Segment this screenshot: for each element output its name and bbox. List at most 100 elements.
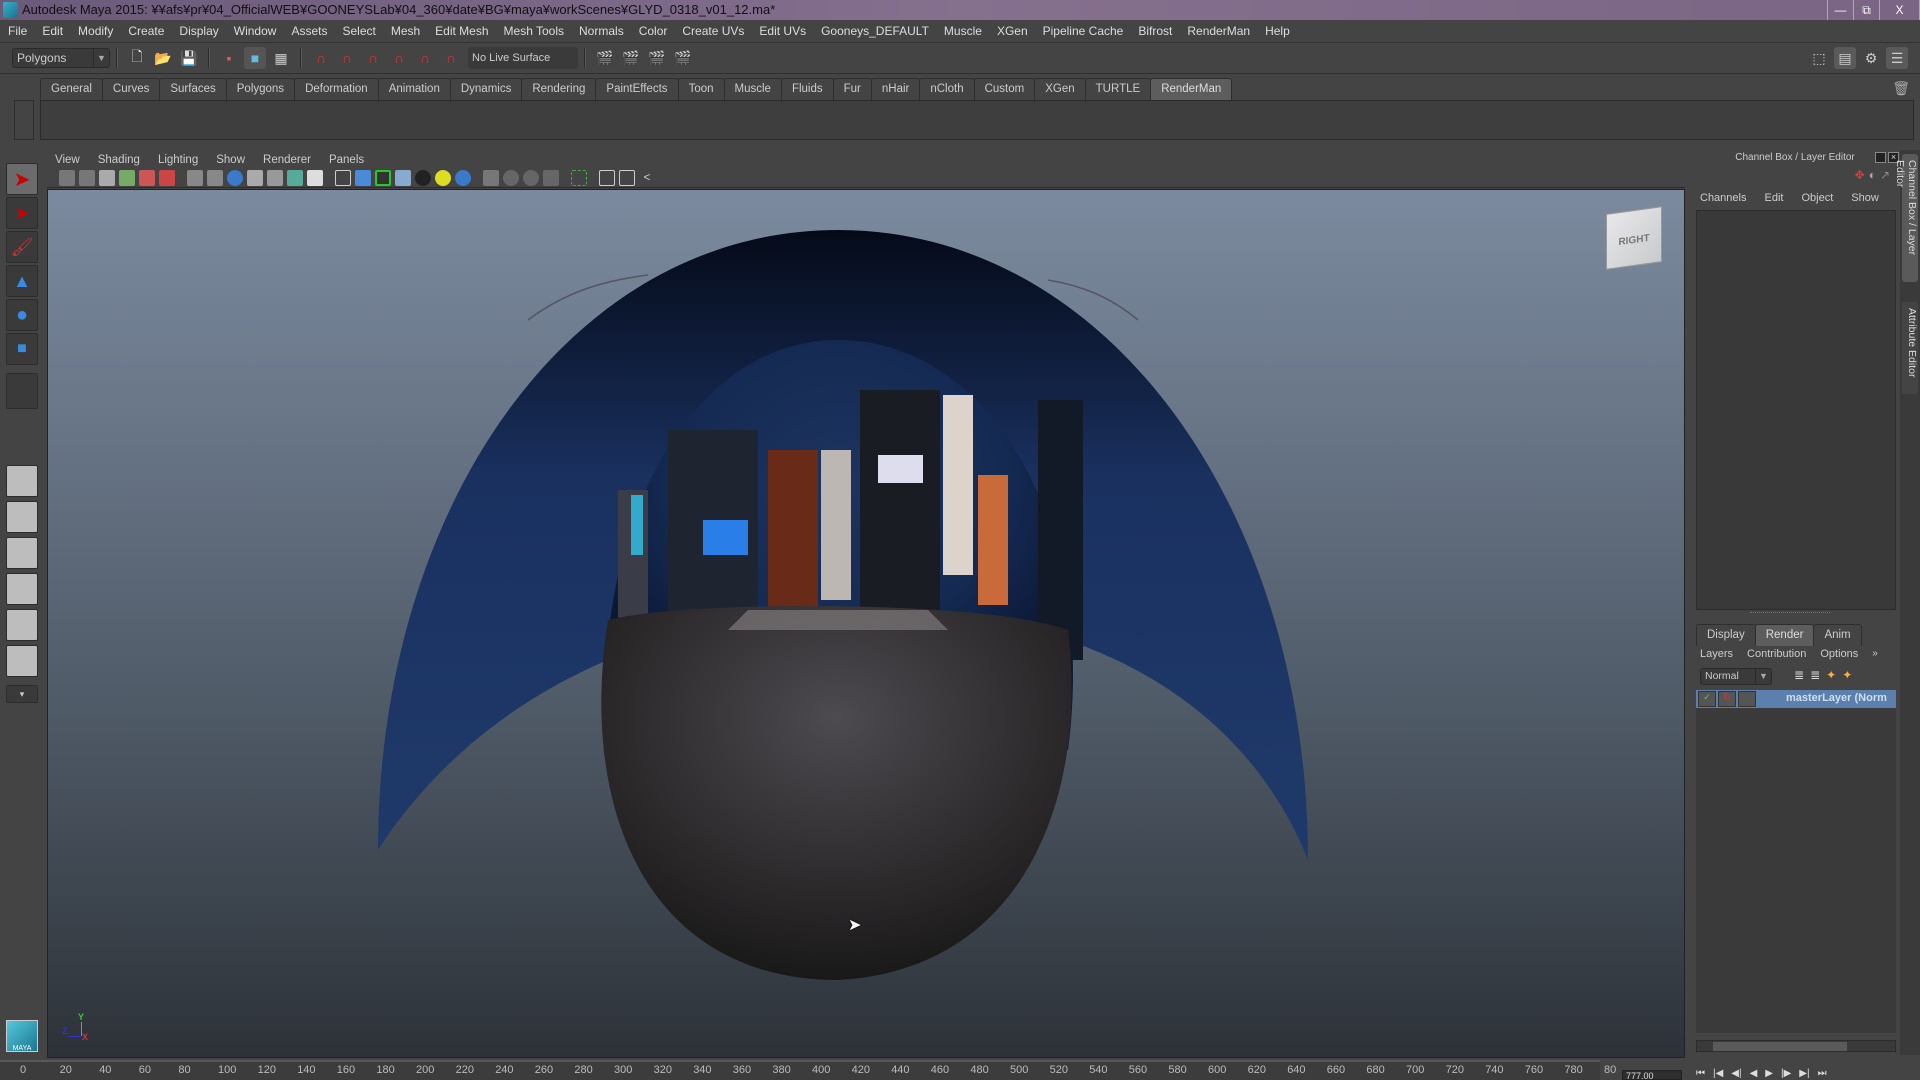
step-back-frame-icon[interactable]: ◀| [1731,1068,1741,1080]
viewport-menu-lighting[interactable]: Lighting [158,154,198,166]
save-scene-icon[interactable]: 💾 [178,47,200,69]
image-plane-icon[interactable] [119,169,135,186]
new-layer-down-icon[interactable]: ≣ [1810,668,1820,682]
menu-assets[interactable]: Assets [291,24,327,38]
shelf-tab-polygons[interactable]: Polygons [225,78,296,100]
menu-xgen[interactable]: XGen [997,24,1028,38]
view-cube[interactable]: RIGHT [1606,206,1662,270]
outliner-persp-layout-button[interactable] [6,537,38,569]
side-tab-attribute-editor[interactable]: Attribute Editor [1902,302,1918,394]
menu-create-uvs[interactable]: Create UVs [682,24,744,38]
menu-edit[interactable]: Edit [42,24,63,38]
shelf-tab-turtle[interactable]: TURTLE [1084,78,1152,100]
create-layer-from-selected-icon[interactable]: ✦ [1842,668,1852,682]
scale-tool-button[interactable]: ■ [6,333,38,365]
menu-select[interactable]: Select [342,24,375,38]
shelf-tab-ncloth[interactable]: nCloth [919,78,975,100]
more-icon[interactable]: » [1872,648,1878,660]
shelf-tab-muscle[interactable]: Muscle [723,78,782,100]
hypershade-persp-layout-button[interactable] [6,609,38,641]
toggle-modeling-toolkit-icon[interactable]: ⬚ [1808,47,1830,69]
channel-box-icon[interactable]: ☰ [1886,47,1908,69]
menu-muscle[interactable]: Muscle [944,24,982,38]
ambient-occlusion-icon[interactable] [503,169,519,186]
layer-tab-render[interactable]: Render [1754,624,1815,646]
snap-to-view-plane-icon[interactable]: ∩ [388,47,410,69]
shelf-tab-animation[interactable]: Animation [377,78,451,100]
xray-icon[interactable] [395,169,411,186]
shelf-tab-painteffects[interactable]: PaintEffects [595,78,679,100]
safe-action-icon[interactable] [287,169,303,186]
use-all-lights-icon[interactable] [435,169,451,186]
restore-button[interactable]: ⧉ [1854,0,1880,20]
menu-help[interactable]: Help [1265,24,1290,38]
menu-mesh[interactable]: Mesh [391,24,420,38]
layer-tab-display[interactable]: Display [1696,624,1756,646]
render-settings-layer-icon[interactable] [1738,691,1756,707]
tool-settings-icon[interactable]: ⚙ [1860,47,1882,69]
new-layer-up-icon[interactable]: ≣ [1794,668,1804,682]
single-perspective-layout-button[interactable] [6,465,38,497]
grid-icon[interactable] [187,169,203,186]
new-scene-icon[interactable]: 🗋 [126,47,148,69]
select-camera-icon[interactable] [59,169,75,186]
step-forward-frame-icon[interactable]: |▶ [1781,1068,1791,1080]
shelf-tab-deformation[interactable]: Deformation [294,78,379,100]
shadows-icon[interactable] [455,169,471,186]
last-tool-slot[interactable] [6,373,38,409]
isolate-select-icon[interactable] [483,169,499,186]
shelf-tab-general[interactable]: General [40,78,103,100]
smooth-shade-icon[interactable] [355,169,371,186]
minimize-button[interactable]: — [1828,0,1854,20]
film-gate-icon[interactable] [207,169,223,186]
persp-graph-layout-button[interactable] [6,573,38,605]
menu-renderman[interactable]: RenderMan [1187,24,1250,38]
maya-logo[interactable]: MAYA [6,1020,38,1052]
make-live-icon[interactable]: ∩ [440,47,462,69]
manipulator-icon[interactable]: ✥ [1855,168,1865,182]
render-view-icon[interactable]: 🎬 [594,47,616,69]
toggle-hud-icon[interactable] [619,169,635,186]
bookmarks-icon[interactable] [99,169,115,186]
render-settings-icon[interactable]: 🎬 [672,47,694,69]
safe-title-icon[interactable] [307,169,323,186]
shelf-tab-toon[interactable]: Toon [677,78,725,100]
camera-attributes-icon[interactable] [79,169,95,186]
channel-menu-object[interactable]: Object [1801,192,1833,204]
snap-to-grid-icon[interactable]: ∩ [310,47,332,69]
resolution-gate-icon[interactable] [227,169,243,186]
move-tool-button[interactable]: ▲ [6,265,38,297]
recycle-icon[interactable]: ↻ [1718,691,1736,707]
shelf-menu-handle[interactable] [14,100,34,140]
shelf-tab-fluids[interactable]: Fluids [780,78,834,100]
layer-tab-anim[interactable]: Anim [1813,624,1862,646]
shelf-tab-dynamics[interactable]: Dynamics [449,78,523,100]
select-by-component-icon[interactable]: ▦ [270,47,292,69]
share-icon[interactable]: < [639,170,655,186]
play-backward-icon[interactable]: ◀ [1750,1068,1758,1080]
menu-set-dropdown[interactable]: Polygons ▼ [12,48,110,68]
attribute-editor-icon[interactable]: ▤ [1834,47,1856,69]
step-forward-key-icon[interactable]: ▶| [1799,1068,1809,1080]
channel-menu-show[interactable]: Show [1851,192,1879,204]
menu-create[interactable]: Create [128,24,164,38]
wireframe-on-shaded-icon[interactable] [375,169,391,186]
layer-row[interactable]: ✓ ↻ masterLayer (Norm [1696,690,1896,708]
paint-select-tool-button[interactable]: 🖌 [6,231,38,263]
snap-to-live-icon[interactable]: ∩ [414,47,436,69]
hyper-icon[interactable]: ↗ [1880,168,1890,182]
grease-pencil-icon[interactable] [159,169,175,186]
snap-to-curve-icon[interactable]: ∩ [336,47,358,69]
menu-window[interactable]: Window [234,24,277,38]
gate-mask-icon[interactable] [247,169,263,186]
trash-icon[interactable]: 🗑 [1892,80,1910,97]
render-current-frame-icon[interactable]: 🎬 [620,47,642,69]
channel-menu-channels[interactable]: Channels [1700,192,1746,204]
field-chart-icon[interactable] [267,169,283,186]
2d-pan-zoom-icon[interactable] [139,169,155,186]
shelf-tab-surfaces[interactable]: Surfaces [159,78,227,100]
blend-mode-dropdown[interactable]: Normal ▼ [1700,668,1772,685]
step-back-key-icon[interactable]: |◀ [1713,1068,1723,1080]
rotate-tool-button[interactable]: ● [6,299,38,331]
horizontal-scrollbar[interactable] [1696,1040,1896,1052]
